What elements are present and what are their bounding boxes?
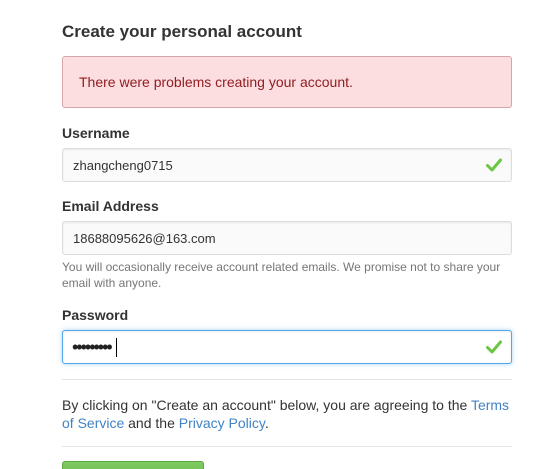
- error-message: There were problems creating your accoun…: [79, 74, 353, 90]
- text-caret: [116, 338, 117, 357]
- username-label: Username: [62, 125, 130, 141]
- divider: [62, 446, 512, 447]
- page-title: Create your personal account: [62, 22, 302, 41]
- username-input[interactable]: zhangcheng0715: [62, 148, 512, 182]
- email-input[interactable]: 18688095626@163.com: [62, 221, 512, 255]
- divider: [62, 379, 512, 380]
- error-banner: There were problems creating your accoun…: [62, 56, 512, 108]
- check-icon: [486, 158, 502, 172]
- terms-prefix: By clicking on "Create an account" below…: [62, 397, 471, 413]
- email-label: Email Address: [62, 198, 159, 214]
- check-icon: [486, 340, 502, 354]
- password-value: •••••••••: [72, 337, 113, 357]
- email-value: 18688095626@163.com: [73, 231, 216, 246]
- password-label: Password: [62, 307, 129, 323]
- username-value: zhangcheng0715: [73, 158, 173, 173]
- create-account-button[interactable]: [62, 461, 204, 469]
- email-note: You will occasionally receive account re…: [62, 260, 501, 290]
- privacy-policy-link[interactable]: Privacy Policy: [179, 415, 265, 431]
- terms-suffix: .: [264, 415, 269, 431]
- password-input[interactable]: •••••••••: [62, 330, 512, 364]
- terms-text: By clicking on "Create an account" below…: [62, 396, 522, 432]
- terms-middle: and the: [124, 415, 179, 431]
- signup-page: Create your personal account There were …: [0, 0, 548, 469]
